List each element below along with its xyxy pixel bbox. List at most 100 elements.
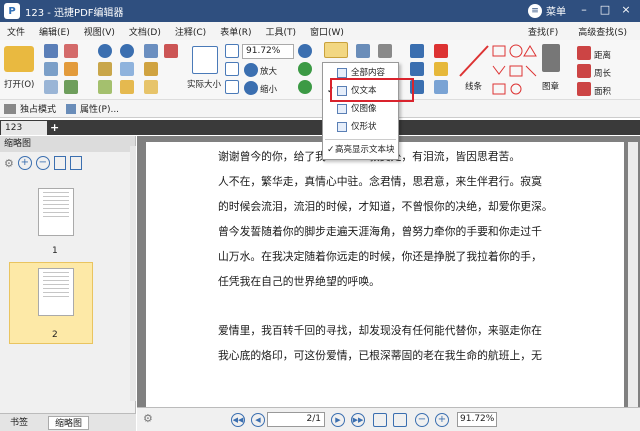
menu-window[interactable]: 窗口(W) [303, 25, 351, 38]
select-text-icon[interactable] [98, 62, 112, 76]
status-zoom-out-icon[interactable]: − [415, 413, 429, 427]
stamp-icon[interactable] [542, 44, 560, 72]
open-folder-icon[interactable] [4, 46, 34, 72]
line-tool-label[interactable]: 线条 [465, 80, 482, 92]
fit-visible-icon[interactable] [225, 80, 239, 94]
thumbnail-tab[interactable]: 缩略图 [48, 416, 90, 430]
email-icon[interactable] [44, 80, 58, 94]
fit-page-icon[interactable] [225, 44, 239, 58]
text-tool-icon[interactable] [356, 44, 370, 58]
select-icon[interactable] [120, 80, 134, 94]
main-menu-button[interactable]: ≡ 菜单 [528, 3, 566, 18]
text-box-icon[interactable] [410, 44, 424, 58]
perimeter-label[interactable]: 周长 [594, 67, 611, 79]
area-label[interactable]: 面积 [594, 85, 611, 97]
add-tab-button[interactable]: + [50, 121, 59, 134]
zoom-select-value: 91.72% [246, 46, 281, 56]
find-button[interactable]: 查找(F) [521, 25, 565, 38]
maximize-icon[interactable]: □ [599, 4, 611, 16]
dropdown-item-image-only[interactable]: 仅图像 [323, 101, 398, 117]
actual-size-label[interactable]: 实际大小 [187, 78, 221, 90]
highlight-check-icon: ✓ [327, 145, 335, 155]
menu-form[interactable]: 表单(R) [213, 25, 258, 38]
first-page-icon[interactable]: ◀◀ [231, 413, 245, 427]
all-content-label: 全部内容 [351, 68, 386, 78]
status-zoom-select[interactable]: 91.72% [457, 412, 497, 427]
perimeter-icon[interactable] [577, 64, 591, 78]
highlight-icon[interactable] [434, 62, 448, 76]
shape-tools-icon[interactable] [492, 44, 538, 98]
close-icon[interactable]: × [620, 4, 632, 16]
hand-tool-icon[interactable] [120, 62, 134, 76]
continuous-view-icon[interactable] [393, 413, 407, 427]
zoom-in-icon[interactable] [244, 63, 258, 77]
copy-icon[interactable] [64, 62, 78, 76]
menu-edit[interactable]: 编辑(E) [32, 25, 77, 38]
next-page-icon[interactable]: ▶ [331, 413, 345, 427]
print-icon[interactable] [44, 62, 58, 76]
properties-button[interactable]: 属性(P)... [80, 102, 119, 115]
camera-icon[interactable] [164, 44, 178, 58]
main-menu-label: 菜单 [546, 7, 566, 18]
paste-icon[interactable] [64, 80, 78, 94]
zoom-out-icon[interactable] [244, 81, 258, 95]
area-icon[interactable] [577, 82, 591, 96]
zoom-out-label[interactable]: 缩小 [260, 83, 277, 95]
edit-content-icon[interactable] [324, 42, 348, 58]
menu-document[interactable]: 文档(D) [122, 25, 168, 38]
menu-view[interactable]: 视图(V) [77, 25, 122, 38]
thumb-page-icon[interactable] [53, 156, 66, 170]
snapshot-icon[interactable] [98, 80, 112, 94]
attach-icon[interactable] [434, 80, 448, 94]
rotate-right-icon[interactable] [298, 80, 312, 94]
thumb-zoom-in-icon[interactable]: + [17, 156, 32, 170]
thumbnail-panel: 缩略图 ⚙ + − 1 2 书签 缩略图 [0, 136, 136, 431]
status-gear-icon[interactable]: ⚙ [143, 412, 153, 425]
ribbon-toolbar: 打开(O) 实际大小 91.72% 放大 缩小 线条 图章 距离 周长 面积 [0, 40, 640, 100]
edit-object-icon[interactable] [144, 80, 158, 94]
page-number-input[interactable]: 2/1 [267, 412, 325, 427]
thumb-delete-icon[interactable] [69, 156, 82, 170]
rotate-left-icon[interactable] [298, 62, 312, 76]
dropdown-item-highlight-blocks[interactable]: ✓ 高亮显示文本块 [323, 142, 398, 158]
gear-icon[interactable]: ⚙ [4, 157, 14, 170]
cut-icon[interactable] [64, 44, 78, 58]
actual-size-icon[interactable] [192, 46, 218, 74]
menu-comment[interactable]: 注释(C) [168, 25, 213, 38]
single-page-view-icon[interactable] [373, 413, 387, 427]
note-icon[interactable] [434, 44, 448, 58]
menu-tools[interactable]: 工具(T) [258, 25, 303, 38]
undo-icon[interactable] [98, 44, 112, 58]
distance-icon[interactable] [577, 46, 591, 60]
menu-file[interactable]: 文件 [0, 25, 32, 38]
dropdown-item-shape-only[interactable]: 仅形状 [323, 119, 398, 135]
open-button-label[interactable]: 打开(O) [4, 78, 34, 90]
page-thumbnail-2[interactable] [38, 268, 74, 316]
page-first-icon[interactable] [144, 44, 158, 58]
secondary-toolbar: 独占模式 属性(P)... [0, 100, 640, 118]
distance-label[interactable]: 距离 [594, 49, 611, 61]
fit-width-icon[interactable] [225, 62, 239, 76]
document-tab[interactable]: 123 [1, 121, 47, 135]
status-zoom-in-icon[interactable]: + [435, 413, 449, 427]
exclusive-mode-button[interactable]: 独占模式 [20, 102, 56, 115]
minimize-icon[interactable]: – [578, 4, 590, 16]
thumb-zoom-out-icon[interactable]: − [35, 156, 50, 170]
redo-icon[interactable] [120, 44, 134, 58]
thumbnail-scrollbar[interactable] [130, 146, 136, 401]
advanced-find-button[interactable]: 高级查找(S) [571, 25, 634, 38]
stamp-label[interactable]: 图章 [542, 80, 559, 92]
callout-icon[interactable] [410, 62, 424, 76]
edit-text-icon[interactable] [144, 62, 158, 76]
zoom-plus-icon[interactable] [298, 44, 312, 58]
prev-page-icon[interactable]: ◀ [251, 413, 265, 427]
line-tool-icon[interactable] [458, 44, 490, 78]
zoom-select[interactable]: 91.72% [242, 44, 294, 59]
bookmark-tab[interactable]: 书签 [4, 416, 34, 430]
typewriter-icon[interactable] [378, 44, 392, 58]
last-page-icon[interactable]: ▶▶ [351, 413, 365, 427]
zoom-in-label[interactable]: 放大 [260, 65, 277, 77]
document-scrollbar[interactable] [628, 142, 638, 407]
save-icon[interactable] [44, 44, 58, 58]
page-thumbnail-1[interactable] [38, 188, 74, 236]
